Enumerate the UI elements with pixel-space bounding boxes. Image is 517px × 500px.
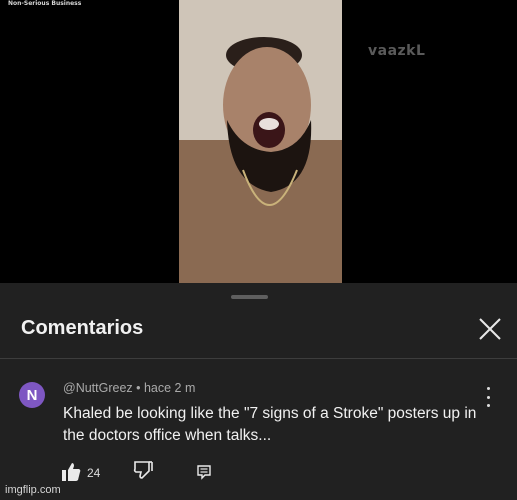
- more-vert-icon: [486, 387, 490, 390]
- drag-handle[interactable]: [231, 295, 268, 299]
- more-options-button[interactable]: [481, 387, 495, 407]
- avatar[interactable]: N: [19, 382, 45, 408]
- like-button[interactable]: [60, 461, 82, 483]
- sheet-title: Comentarios: [21, 317, 144, 339]
- video-watermark: vaazkL: [368, 43, 426, 59]
- close-icon: [479, 318, 501, 340]
- dislike-icon: [133, 461, 153, 479]
- comment-text: Khaled be looking like the "7 signs of a…: [63, 405, 477, 444]
- person-photo: [179, 0, 342, 283]
- video-player[interactable]: Non-Serious Business vaazkL: [0, 0, 517, 283]
- close-button[interactable]: [477, 316, 503, 342]
- channel-tag: Non-Serious Business: [8, 0, 82, 7]
- reply-button[interactable]: [196, 464, 212, 480]
- like-count: 24: [87, 466, 101, 480]
- comment-author-meta: @NuttGreez • hace 2 m: [63, 381, 196, 395]
- video-frame: [179, 0, 342, 283]
- reply-icon: [197, 465, 211, 480]
- imgflip-watermark: imgflip.com: [5, 484, 61, 496]
- like-icon: [62, 463, 81, 481]
- divider: [0, 358, 517, 359]
- dislike-button[interactable]: [132, 459, 154, 481]
